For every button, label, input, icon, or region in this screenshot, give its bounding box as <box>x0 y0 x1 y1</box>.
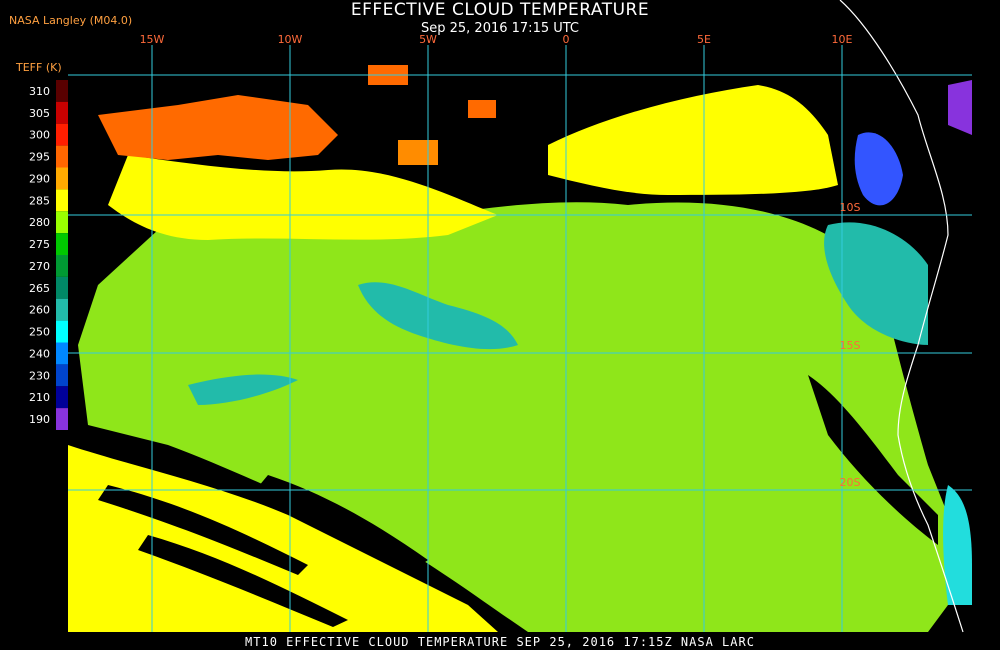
legend-label: 250 <box>29 326 50 339</box>
legend-label: 295 <box>29 151 50 164</box>
footer-caption: MT10 EFFECTIVE CLOUD TEMPERATURE SEP 25,… <box>245 635 755 649</box>
legend-label: 280 <box>29 216 50 229</box>
legend-label: 240 <box>29 347 50 360</box>
color-legend: 310 305 300 295 290 285 280 275 270 265 260 250 240 2… <box>29 80 72 430</box>
legend-label: 305 <box>29 107 50 120</box>
longitude-label: 15W <box>140 33 165 46</box>
agency-label: NASA Langley (M04.0) <box>9 14 133 27</box>
legend-label: 270 <box>29 260 50 273</box>
legend-label: 275 <box>29 238 50 251</box>
legend-label: 230 <box>29 369 50 382</box>
longitude-label: 0 <box>563 33 570 46</box>
legend-label: 265 <box>29 282 50 295</box>
legend-label: 260 <box>29 304 50 317</box>
longitude-label: 5W <box>419 33 437 46</box>
legend-label: 285 <box>29 194 50 207</box>
legend-label: 190 <box>29 413 50 426</box>
legend-label: 310 <box>29 85 50 98</box>
legend-label: 300 <box>29 129 50 142</box>
satellite-map[interactable]: 15W 10W 5W 0 5E 10E 10S 15S 20S <box>68 0 972 633</box>
latitude-label: 15S <box>840 339 861 352</box>
latitude-label: 20S <box>840 476 861 489</box>
longitude-label: 10W <box>278 33 303 46</box>
longitude-label: 5E <box>697 33 711 46</box>
longitude-label: 10E <box>832 33 853 46</box>
latitude-label: 10S <box>840 201 861 214</box>
legend-label: 210 <box>29 391 50 404</box>
legend-label: 290 <box>29 172 50 185</box>
